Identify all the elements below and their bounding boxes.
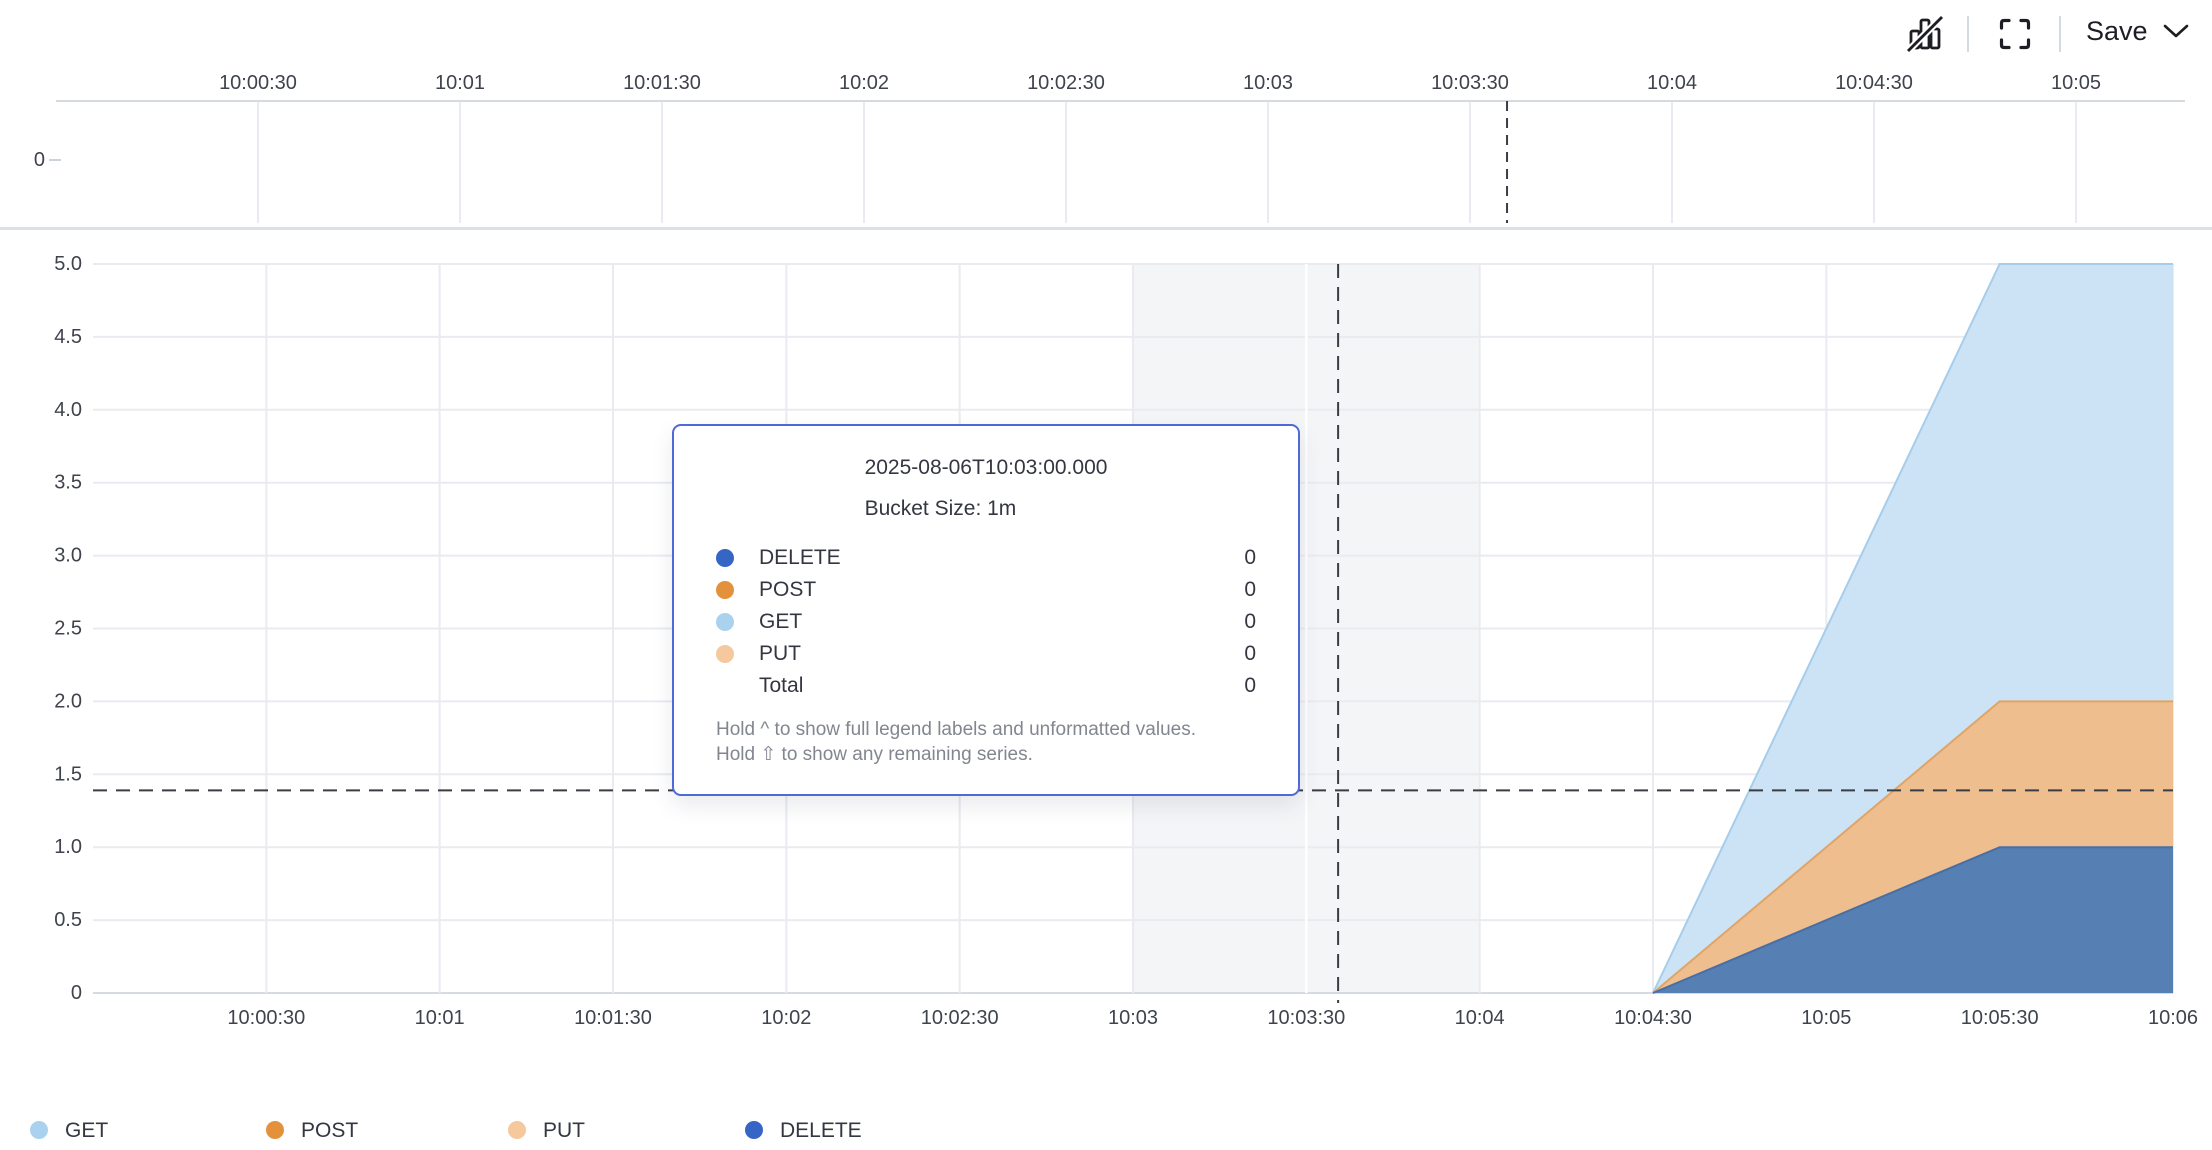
overview-x-tick-label: 10:04 xyxy=(1647,72,1697,94)
y-axis-tick-label: 5.0 xyxy=(54,253,82,275)
tooltip-series-row: Total 0 xyxy=(716,670,1256,702)
tooltip-series-row: PUT 0 xyxy=(716,638,1256,670)
overview-x-tick-label: 10:03:30 xyxy=(1431,72,1509,94)
legend-label: GET xyxy=(65,1120,108,1141)
x-axis-tick-label: 10:01 xyxy=(415,1007,465,1029)
tooltip-series-value: 0 xyxy=(1244,674,1256,698)
overview-x-tick-label: 10:01:30 xyxy=(623,72,701,94)
legend-label: POST xyxy=(301,1120,358,1141)
toolbar-separator xyxy=(2059,16,2061,52)
legend-item-post[interactable]: POST xyxy=(266,1119,358,1141)
y-axis-tick-label: 2.0 xyxy=(54,690,82,712)
tooltip-series-label: Total xyxy=(759,674,803,698)
legend-dot xyxy=(30,1121,48,1139)
save-button-label: Save xyxy=(2086,18,2148,45)
y-axis-tick-label: 0 xyxy=(71,982,82,1004)
y-axis-tick-label: 1.5 xyxy=(54,763,82,785)
tooltip-series-label: GET xyxy=(759,610,802,634)
app-root: { "toolbar": { "save_label": "Save", "ic… xyxy=(0,0,2212,1150)
overview-x-tick-label: 10:03 xyxy=(1243,72,1293,94)
y-axis-tick-label: 3.0 xyxy=(54,545,82,567)
overview-x-tick-label: 10:00:30 xyxy=(219,72,297,94)
tooltip-series-list: DELETE 0 POST 0 GET 0 PUT 0 Total 0 xyxy=(716,542,1256,702)
x-axis-tick-label: 10:04:30 xyxy=(1614,1007,1692,1029)
tooltip-series-dot xyxy=(716,549,734,567)
chart-tooltip: 2025-08-06T10:03:00.000 Bucket Size: 1m … xyxy=(672,424,1300,796)
y-axis-tick-label: 4.5 xyxy=(54,326,82,348)
overview-x-tick-label: 10:02 xyxy=(839,72,889,94)
tooltip-header: 2025-08-06T10:03:00.000 Bucket Size: 1m xyxy=(865,456,1108,521)
y-axis-tick-label: 2.5 xyxy=(54,618,82,640)
overview-x-tick-label: 10:02:30 xyxy=(1027,72,1105,94)
legend-dot xyxy=(745,1121,763,1139)
y-axis-tick-label: 3.5 xyxy=(54,472,82,494)
x-axis-tick-label: 10:03:30 xyxy=(1267,1007,1345,1029)
save-button[interactable]: Save xyxy=(2086,8,2190,54)
tooltip-series-dot-placeholder xyxy=(716,677,734,695)
x-axis-tick-label: 10:03 xyxy=(1108,1007,1158,1029)
tooltip-series-dot xyxy=(716,613,734,631)
overview-brush-area[interactable] xyxy=(56,99,2185,225)
x-axis-tick-label: 10:06 xyxy=(2148,1007,2198,1029)
tooltip-series-dot xyxy=(716,645,734,663)
hide-chart-icon xyxy=(1905,14,1945,54)
tooltip-timestamp: 2025-08-06T10:03:00.000 xyxy=(865,456,1108,480)
tooltip-series-row: DELETE 0 xyxy=(716,542,1256,574)
overview-x-tick-label: 10:01 xyxy=(435,72,485,94)
legend-label: PUT xyxy=(543,1120,585,1141)
y-axis-tick-label: 4.0 xyxy=(54,399,82,421)
tooltip-hint: Hold ^ to show full legend labels and un… xyxy=(716,717,1256,767)
x-axis-tick-label: 10:01:30 xyxy=(574,1007,652,1029)
section-divider xyxy=(0,227,2212,230)
legend-item-get[interactable]: GET xyxy=(30,1119,108,1141)
y-axis-tick-label: 1.0 xyxy=(54,836,82,858)
fullscreen-icon xyxy=(1997,16,2033,52)
tooltip-series-value: 0 xyxy=(1244,578,1256,602)
chevron-down-icon xyxy=(2162,22,2190,40)
overview-x-tick-label: 10:05 xyxy=(2051,72,2101,94)
y-axis-tick-label: 0.5 xyxy=(54,909,82,931)
overview-x-tick-label: 10:04:30 xyxy=(1835,72,1913,94)
legend-label: DELETE xyxy=(780,1120,862,1141)
overview-y-tick-label: 0 xyxy=(34,149,45,171)
hide-chart-button[interactable] xyxy=(1899,8,1951,60)
tooltip-series-value: 0 xyxy=(1244,546,1256,570)
tooltip-series-label: PUT xyxy=(759,642,801,666)
tooltip-series-label: POST xyxy=(759,578,816,602)
legend-item-delete[interactable]: DELETE xyxy=(745,1119,862,1141)
tooltip-series-dot xyxy=(716,581,734,599)
tooltip-series-value: 0 xyxy=(1244,610,1256,634)
fullscreen-button[interactable] xyxy=(1989,8,2041,60)
x-axis-tick-label: 10:05:30 xyxy=(1961,1007,2039,1029)
legend-dot xyxy=(266,1121,284,1139)
tooltip-hint-line2: Hold ⇧ to show any remaining series. xyxy=(716,742,1256,767)
x-axis-tick-label: 10:00:30 xyxy=(227,1007,305,1029)
tooltip-series-row: POST 0 xyxy=(716,574,1256,606)
toolbar-separator xyxy=(1967,16,1969,52)
x-axis-tick-label: 10:05 xyxy=(1801,1007,1851,1029)
tooltip-bucket-size: Bucket Size: 1m xyxy=(865,497,1108,521)
legend-item-put[interactable]: PUT xyxy=(508,1119,585,1141)
tooltip-hint-line1: Hold ^ to show full legend labels and un… xyxy=(716,717,1256,742)
tooltip-series-label: DELETE xyxy=(759,546,841,570)
legend-dot xyxy=(508,1121,526,1139)
x-axis-tick-label: 10:02 xyxy=(761,1007,811,1029)
tooltip-series-value: 0 xyxy=(1244,642,1256,666)
tooltip-series-row: GET 0 xyxy=(716,606,1256,638)
x-axis-tick-label: 10:04 xyxy=(1455,1007,1505,1029)
x-axis-tick-label: 10:02:30 xyxy=(921,1007,999,1029)
